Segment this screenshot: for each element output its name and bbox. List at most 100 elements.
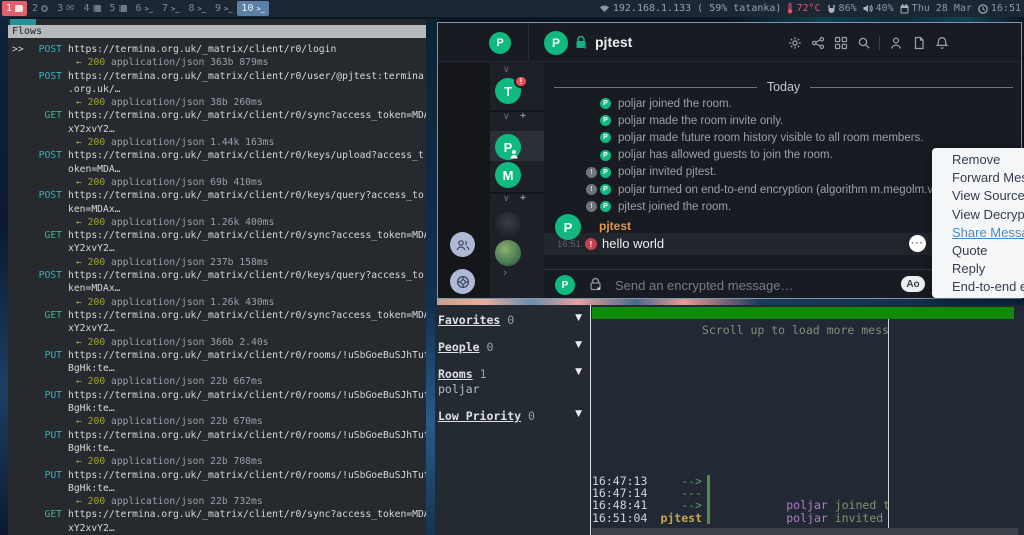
message-input[interactable]: Send an encrypted message… [615,278,981,293]
sidebar-section[interactable]: ▼ People 0 [438,340,582,354]
share-icon[interactable] [810,35,825,50]
prefix-separator-bar [707,499,710,511]
flow-url: https://termina.org.uk/_matrix/client/r0… [68,150,424,161]
collapse-triangle-icon[interactable]: ▼ [575,367,582,377]
workspace-button[interactable]: 8 [184,1,209,16]
room-list-item-m[interactable]: M [495,162,521,188]
files-icon[interactable] [911,35,926,50]
room-photo-avatar[interactable] [495,240,521,266]
flow-url-continuation: xY2xvY2… [12,522,426,535]
message-sender-name[interactable]: pjtest [599,219,631,233]
add-room-icon[interactable]: + [520,193,526,204]
workspace-button[interactable]: 2 [28,1,52,16]
tag-panel [438,63,490,298]
flow-response-meta: application/json 69b 410ms [111,177,263,188]
flow-row[interactable]: PUThttps://termina.org.uk/_matrix/client… [12,349,426,389]
status-segments: 192.168.1.133 ( 59% tatanka) 72°C 86% 40… [599,3,1024,14]
collapse-triangle-icon[interactable]: ▼ [575,409,582,419]
workspace-button[interactable]: 9 [211,1,236,16]
flow-url-continuation: xY2xvY2… [12,242,426,255]
workspace-number: 6 [136,3,142,14]
workspace-button[interactable]: 1 [2,1,27,16]
community-people-button[interactable] [450,232,475,257]
flow-response-meta: application/json 1.26k 400ms [111,217,274,228]
sidebar-section[interactable]: ▼ Rooms 1 poljar [438,367,582,396]
flow-status-code: ← 200 [76,337,105,348]
add-room-icon[interactable]: + [520,111,526,122]
collapse-triangle-icon[interactable]: ▼ [575,340,582,350]
workspace-button[interactable]: 4 [79,1,104,16]
apps-grid-icon[interactable] [833,35,848,50]
timeline-event[interactable]: P poljar made future room history visibl… [586,129,1017,146]
flow-row[interactable]: POSThttps://termina.org.uk/_matrix/clien… [12,70,426,110]
flow-row[interactable]: POSThttps://termina.org.uk/_matrix/clien… [12,269,426,309]
flow-row[interactable]: PUThttps://termina.org.uk/_matrix/client… [12,469,426,509]
flow-row[interactable]: GEThttps://termina.org.uk/_matrix/client… [12,229,426,269]
context-menu-item[interactable]: Remove [932,151,1024,169]
flow-method: POST [30,189,62,202]
help-lifebuoy-button[interactable] [450,269,475,294]
workspace-icon [145,3,153,14]
context-menu-item[interactable]: Forward Message [932,169,1024,187]
chevron-down-icon[interactable]: ∨ [503,194,510,204]
flow-url: https://termina.org.uk/_matrix/client/r0… [68,470,426,481]
flow-row[interactable]: GEThttps://termina.org.uk/_matrix/client… [12,309,426,349]
collapse-triangle-icon[interactable]: ▼ [575,313,582,323]
timeline-event[interactable]: P poljar joined the room. [586,95,1017,112]
room-photo-avatar[interactable] [495,212,521,238]
settings-icon[interactable] [787,35,802,50]
formatting-button[interactable]: Ao [901,276,925,292]
context-menu-item[interactable]: View Source [932,187,1024,205]
notifications-icon[interactable] [934,35,949,50]
chevron-right-icon[interactable]: › [503,266,507,279]
section-rooms: poljar [438,382,582,396]
timeline-event[interactable]: P poljar made the room invite only. [586,112,1017,129]
flow-row[interactable]: >>POSThttps://termina.org.uk/_matrix/cli… [12,43,426,70]
volume-status: 40% [863,3,894,14]
search-icon[interactable] [856,35,871,50]
flow-row[interactable]: POSThttps://termina.org.uk/_matrix/clien… [12,149,426,189]
flow-method: PUT [30,349,62,362]
flow-row[interactable]: GEThttps://termina.org.uk/_matrix/client… [12,508,426,535]
flow-row[interactable]: PUThttps://termina.org.uk/_matrix/client… [12,429,426,469]
sidebar-section[interactable]: ▼ Low Priority 0 [438,409,582,423]
flow-response-meta: application/json 22b 667ms [111,376,263,387]
context-menu-item[interactable]: Quote [932,242,1024,260]
section-name: Favorites [438,313,500,327]
flow-url-continuation: ken=MDAx… [12,282,426,295]
top-status-bar: 1 2 3 4 5 6 [0,0,1024,17]
flow-url: https://termina.org.uk/_matrix/client/r0… [68,230,426,241]
event-avatar: P [600,132,611,143]
event-warning-badge: ! [586,167,597,178]
flow-row[interactable]: GEThttps://termina.org.uk/_matrix/client… [12,109,426,149]
workspace-button[interactable]: 7 [158,1,183,16]
user-avatar[interactable]: P [489,32,511,54]
room-avatar[interactable]: P [544,31,568,55]
message-options-button[interactable]: ··· [909,235,926,252]
flow-row[interactable]: POSThttps://termina.org.uk/_matrix/clien… [12,189,426,229]
chevron-down-icon[interactable]: ∨ [503,65,510,75]
chat-message: hello world [717,512,862,524]
workspace-button[interactable]: 3 [53,1,78,16]
flow-response: ← 200 application/json 1.26k 430ms [12,296,426,309]
chat-message: poljar joined the room. [717,475,888,487]
section-name: Rooms [438,367,473,381]
member-list-icon[interactable] [888,35,903,50]
workspace-button[interactable]: 10 [237,1,268,16]
workspace-button[interactable]: 5 [106,1,131,16]
date-divider: Today [554,80,1013,94]
room-entry[interactable]: poljar [438,382,582,396]
context-menu-item[interactable]: Reply [932,260,1024,278]
context-menu-item[interactable]: View Decrypted Source [932,206,1024,224]
context-menu-item[interactable]: Share Message [932,224,1024,242]
sidebar-section[interactable]: ▼ Favorites 0 [438,313,582,327]
flow-selected-marker: >> [12,43,30,56]
workspace-icon [66,3,74,14]
workspace-button[interactable]: 6 [132,1,157,16]
flow-status-code: ← 200 [76,217,105,228]
context-menu-item[interactable]: End-to-end encryption information [932,278,1024,296]
chevron-down-icon[interactable]: ∨ [503,112,510,122]
flow-response: ← 200 application/json 69b 410ms [12,176,426,189]
flow-row[interactable]: PUThttps://termina.org.uk/_matrix/client… [12,389,426,429]
flow-url-continuation: BgHk:te… [12,482,426,495]
